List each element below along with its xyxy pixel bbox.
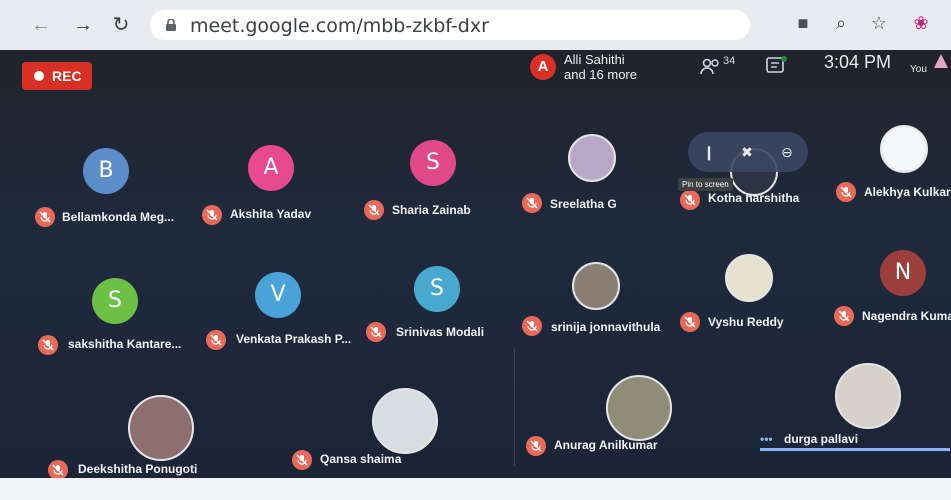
participant-name: Bellamkonda Meg...: [62, 210, 175, 224]
participant-avatar[interactable]: [572, 262, 620, 310]
muted-mic-icon: [364, 200, 384, 220]
lock-icon: [166, 19, 176, 31]
participant-avatar[interactable]: S: [92, 278, 138, 324]
muted-mic-icon: [836, 182, 856, 202]
presenter-others: and 16 more: [564, 67, 637, 82]
pin-tooltip: Pin to screen: [678, 178, 733, 191]
address-bar[interactable]: meet.google.com/mbb-zkbf-dxr: [150, 10, 750, 40]
participant-name: Sharia Zainab: [392, 203, 471, 217]
muted-mic-icon: [522, 193, 542, 213]
participant-name: Venkata Prakash P...: [236, 332, 352, 346]
forward-button[interactable]: →: [72, 14, 94, 36]
pin-icon[interactable]: ❙: [698, 141, 720, 163]
participant-name: sakshitha Kantare...: [68, 337, 182, 351]
participant-avatar[interactable]: N: [880, 250, 926, 296]
muted-mic-icon: [834, 306, 854, 326]
muted-mic-icon: [35, 207, 55, 227]
remove-icon[interactable]: ⊖: [776, 141, 798, 163]
muted-mic-icon: [292, 450, 312, 470]
presenter-text: Alli Sahithi and 16 more: [564, 52, 684, 82]
participant-count: 34: [723, 55, 736, 67]
muted-mic-icon: [366, 322, 386, 342]
participant-avatar[interactable]: A: [248, 145, 294, 191]
participant-name: durga pallavi: [784, 432, 859, 446]
people-button[interactable]: 34: [700, 55, 740, 79]
participant-avatar[interactable]: [606, 375, 672, 441]
participant-avatar[interactable]: [725, 254, 773, 302]
star-icon[interactable]: ☆: [866, 10, 892, 36]
participant-name: Akshita Yadav: [230, 207, 312, 221]
participant-name: Srinivas Modali: [396, 325, 485, 339]
record-icon: [34, 71, 44, 81]
mute-participant-icon[interactable]: ✖: [736, 141, 758, 163]
speaking-dots-icon: •••: [760, 432, 773, 446]
participant-avatar[interactable]: S: [414, 266, 460, 312]
participant-name: Deekshitha Ponugoti: [78, 462, 198, 476]
participant-avatar[interactable]: [128, 395, 194, 461]
presenter-avatar: A: [530, 54, 556, 80]
back-button[interactable]: ←: [30, 14, 52, 36]
participant-avatar[interactable]: B: [83, 148, 129, 194]
presenter-name: Alli Sahithi: [564, 52, 625, 67]
muted-mic-icon: [680, 190, 700, 210]
participant-avatar[interactable]: S: [410, 140, 456, 186]
zoom-icon[interactable]: ⌕: [828, 10, 854, 36]
url-text: meet.google.com/mbb-zkbf-dxr: [190, 15, 489, 37]
participant-name: srinija jonnavithula: [551, 320, 661, 334]
browser-toolbar: ← → ↻ meet.google.com/mbb-zkbf-dxr ■ ⌕ ☆…: [0, 0, 951, 50]
participant-avatar[interactable]: V: [255, 272, 301, 318]
tile-divider: [514, 348, 515, 466]
muted-mic-icon: [48, 460, 68, 480]
meet-screenshot: ← → ↻ meet.google.com/mbb-zkbf-dxr ■ ⌕ ☆…: [0, 0, 951, 500]
participant-avatar[interactable]: [568, 134, 616, 182]
self-view-icon: [934, 54, 948, 68]
speaking-indicator: [760, 448, 950, 451]
muted-mic-icon: [680, 312, 700, 332]
participant-name: Anurag Anilkumar: [554, 438, 658, 452]
participant-name: Qansa shaima: [320, 452, 402, 466]
muted-mic-icon: [522, 316, 542, 336]
self-view-label: You: [910, 64, 927, 75]
tile-hover-controls: ❙ ✖ ⊖: [688, 132, 808, 172]
participant-name: Alekhya Kulkarni: [864, 185, 951, 199]
meeting-controls-bar: [0, 478, 951, 500]
participant-avatar[interactable]: [880, 125, 928, 173]
participant-name: Kotha harshitha: [708, 191, 800, 205]
recording-indicator: REC: [22, 62, 92, 90]
people-icon: [700, 58, 719, 75]
participant-avatar[interactable]: [372, 388, 438, 454]
profile-icon[interactable]: ❀: [908, 10, 934, 36]
muted-mic-icon: [38, 335, 58, 355]
meeting-clock: 3:04 PM: [824, 52, 892, 72]
camera-icon[interactable]: ■: [790, 10, 816, 36]
participant-name: Sreelatha G: [550, 197, 617, 211]
reload-button[interactable]: ↻: [110, 14, 132, 36]
muted-mic-icon: [202, 205, 222, 225]
muted-mic-icon: [526, 436, 546, 456]
participant-name: Nagendra Kumar: [862, 309, 951, 323]
participant-avatar[interactable]: [835, 363, 901, 429]
rec-label: REC: [52, 68, 82, 84]
participant-name: Vyshu Reddy: [708, 315, 784, 329]
chat-icon[interactable]: [766, 56, 788, 76]
muted-mic-icon: [206, 330, 226, 350]
